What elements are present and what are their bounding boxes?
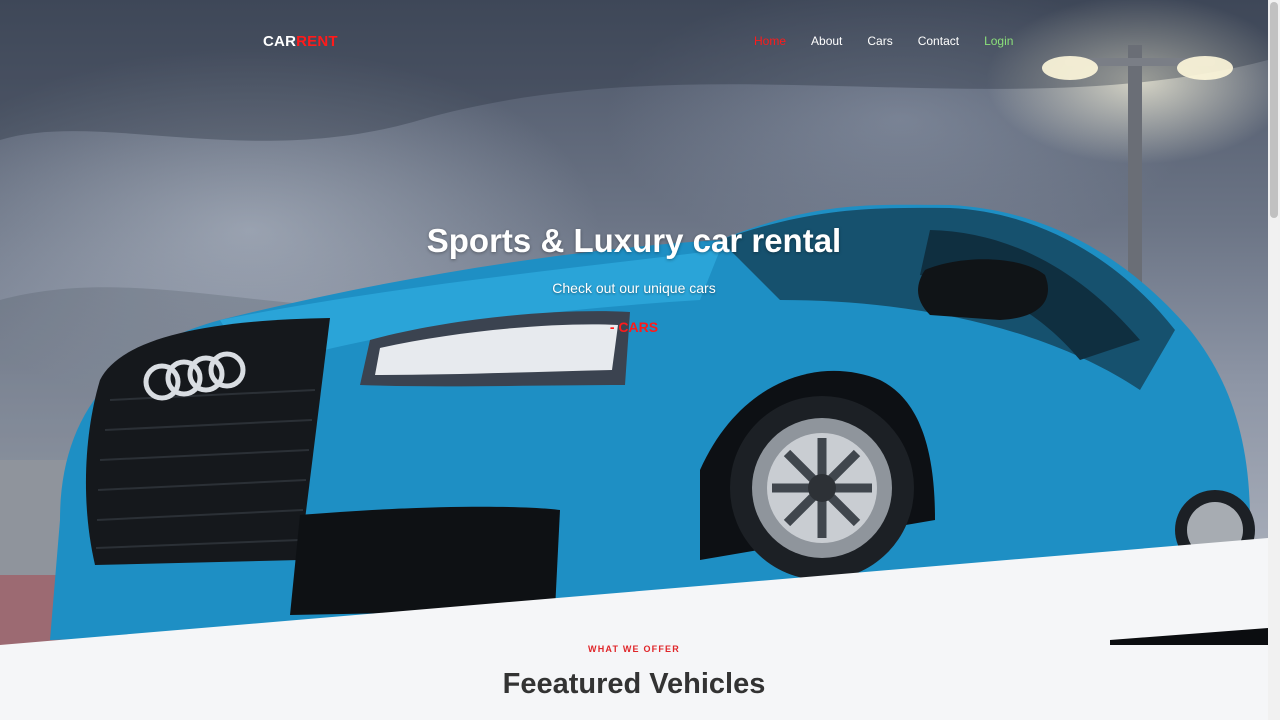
- hero-title: Sports & Luxury car rental: [426, 222, 842, 259]
- hero-subtitle: Check out our unique cars: [552, 280, 716, 296]
- top-navbar: CARRENT Home About Cars Contact Login: [0, 0, 1268, 84]
- section-heading: Feeatured Vehicles: [502, 668, 766, 700]
- page-scrollbar[interactable]: [1268, 0, 1280, 720]
- nav-link-home[interactable]: Home: [754, 34, 786, 48]
- brand-logo-part1: CAR: [263, 33, 297, 50]
- scrollbar-thumb[interactable]: [1270, 2, 1278, 218]
- nav-link-login[interactable]: Login: [984, 34, 1013, 48]
- brand-logo-part2: RENT: [296, 33, 338, 50]
- nav-link-cars[interactable]: Cars: [867, 34, 892, 48]
- nav-menu: Home About Cars Contact Login: [754, 34, 1038, 48]
- hero-tagline: - CARS: [609, 319, 659, 335]
- brand-logo[interactable]: CARRENT: [263, 33, 338, 50]
- nav-link-contact[interactable]: Contact: [918, 34, 959, 48]
- nav-link-about[interactable]: About: [811, 34, 842, 48]
- section-eyebrow: WHAT WE OFFER: [588, 644, 680, 654]
